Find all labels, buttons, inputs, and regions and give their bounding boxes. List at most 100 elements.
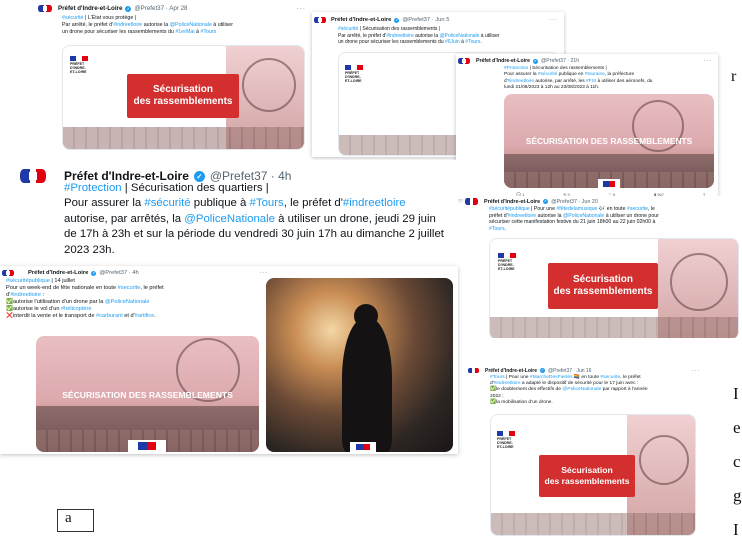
hashtag-or-mention-link[interactable]: #1erMai (175, 29, 194, 35)
tweet-text-segment: publique en (557, 72, 585, 78)
hashtag-or-mention-link[interactable]: @PoliceNationale (170, 22, 212, 28)
hashtag-or-mention-link[interactable]: #6Juin (445, 39, 460, 45)
account-name[interactable]: Préfet d'Indre-et-Loire (485, 368, 537, 374)
account-handle[interactable]: @Prefet37 · Jun 20 (551, 199, 598, 205)
prefet-logo: PRÉFET D'INDRE- ET-LOIRE (498, 253, 516, 271)
tweet-jun16[interactable]: Préfet d'Indre-et-Loire ✓ @Prefet37 · Ju… (466, 364, 706, 536)
hashtag-or-mention-link[interactable]: #securite (600, 375, 620, 380)
hashtag-or-mention-link[interactable]: #Tours (200, 29, 216, 35)
hashtag-or-mention-link[interactable]: #artifice (135, 313, 155, 319)
tweet-text: #Protection | Sécurisation des rassemble… (504, 66, 718, 91)
verified-icon: ✓ (540, 368, 546, 373)
hashtag-or-mention-link[interactable]: #securite (118, 285, 141, 291)
hashtag-or-mention-link[interactable]: #carburant (96, 313, 123, 319)
hashtag-or-mention-link[interactable]: #indreetloire (508, 79, 534, 84)
prefecture-logo-icon (314, 15, 326, 25)
account-name[interactable]: Préfet d'Indre-et-Loire (476, 58, 530, 64)
card-title-box: Sécurisation des rassemblements (539, 455, 635, 497)
more-options-icon[interactable]: ··· (692, 368, 700, 374)
hashtag-or-mention-link[interactable]: #MarcheDesFiertés (530, 375, 573, 380)
hashtag-or-mention-link[interactable]: #Tours (250, 197, 284, 209)
tweet-text: #sécuritépublique | 14 juillet Pour un w… (6, 278, 256, 319)
silhouette (342, 318, 392, 452)
tweet-text-segment: | Pour une (529, 206, 557, 212)
hashtag-or-mention-link[interactable]: #indreetloire (386, 33, 414, 39)
hashtag-or-mention-link[interactable]: #indreetloire (10, 292, 41, 298)
tweet-media-card[interactable]: PRÉFET D'INDRE- ET-LOIRE Sécurisation de… (62, 45, 305, 150)
bridge (63, 127, 304, 149)
account-name[interactable]: Préfet d'Indre-et-Loire (484, 199, 540, 205)
figure-label: a (57, 509, 94, 532)
tweet-media-card[interactable]: PRÉFET D'INDRE- ET-LOIRE Sécurisation de… (490, 414, 696, 536)
hashtag-or-mention-link[interactable]: @PoliceNationale (184, 213, 275, 225)
side-fragment: I (733, 384, 739, 403)
account-handle[interactable]: @Prefet37 · 4h (99, 270, 138, 276)
tweet-text-segment: 🎶 en toute (597, 206, 627, 212)
hashtag-or-mention-link[interactable]: #Protection (504, 66, 528, 71)
side-fragment: c (733, 452, 741, 471)
hashtag-or-mention-link[interactable]: #sécurité (338, 26, 358, 32)
republique-logo (598, 179, 620, 188)
hashtag-or-mention-link[interactable]: #Tours (465, 39, 480, 45)
more-options-icon[interactable]: ··· (549, 17, 558, 23)
tweet-text: #sécuritépublique | Pour une #fêtedelamu… (489, 206, 742, 232)
account-name[interactable]: Préfet d'Indre-et-Loire (58, 5, 122, 12)
hashtag-or-mention-link[interactable]: @PoliceNationale (562, 387, 601, 392)
tweet-media-card[interactable]: SÉCURISATION DES RASSEMBLEMENTS (36, 336, 259, 452)
tweet-text-segment: et d' (122, 312, 135, 319)
prefecture-logo-icon (458, 56, 470, 66)
verified-icon: ✓ (125, 5, 132, 12)
hashtag-or-mention-link[interactable]: #Protection (64, 182, 122, 194)
riot-photo[interactable] (266, 278, 453, 452)
hashtag-or-mention-link[interactable]: #sécuritépublique (489, 206, 530, 212)
more-options-icon[interactable]: ··· (259, 270, 268, 276)
account-handle[interactable]: @Prefet37 · Apr 28 (134, 5, 187, 12)
tweet-text-segment: autorise, par arrêtés, la (64, 212, 182, 225)
tweet-media-card[interactable]: SÉCURISATION DES RASSEMBLEMENTS (504, 94, 714, 188)
hashtag-or-mention-link[interactable]: #sécuritépublique (6, 278, 50, 284)
card-title: SÉCURISATION DES RASSEMBLEMENTS (62, 390, 233, 400)
hashtag-or-mention-link[interactable]: #sécurité (144, 197, 190, 209)
account-name[interactable]: Préfet d'Indre-et-Loire (331, 17, 391, 23)
tweet-media-card[interactable]: PRÉFET D'INDRE- ET-LOIRE Sécurisation de… (489, 238, 739, 338)
prefecture-logo-icon (20, 165, 46, 187)
prefecture-logo-icon (38, 3, 52, 15)
hashtag-or-mention-link[interactable]: @PoliceNationale (563, 213, 604, 219)
hashtag-or-mention-link[interactable]: #indreetloire (343, 197, 406, 209)
hashtag-or-mention-link[interactable]: #fêtedelamusique (556, 206, 597, 212)
tweet-text-segment: . (504, 225, 507, 232)
tweet-text: #Tours | Pour une #MarcheDesFiertés 🏳️‍🌈… (490, 375, 706, 406)
hashtag-or-mention-link[interactable]: #sécurité (538, 72, 557, 77)
ferris-wheel (670, 253, 728, 311)
account-handle[interactable]: @Prefet37 · Jun 16 (548, 368, 591, 374)
hashtag-or-mention-link[interactable]: #Tours (489, 226, 505, 232)
more-options-icon[interactable]: ··· (704, 58, 712, 64)
hashtag-or-mention-link[interactable]: #FSI (586, 79, 596, 84)
hashtag-or-mention-link[interactable]: #securite (627, 206, 648, 212)
ferris-wheel (242, 58, 296, 112)
hashtag-or-mention-link[interactable]: @PoliceNationale (105, 299, 150, 305)
hashtag-or-mention-link[interactable]: #Tours (490, 375, 505, 380)
hashtag-or-mention-link[interactable]: #sécurité (62, 15, 84, 21)
verified-icon: ✓ (394, 17, 400, 23)
hashtag-or-mention-link[interactable]: @PoliceNationale (440, 33, 480, 39)
tweet-text-segment: autorise la (142, 22, 170, 28)
hashtag-or-mention-link[interactable]: #hélicoptère (61, 306, 91, 312)
account-handle[interactable]: @Prefet37 · Jun 5 (402, 17, 449, 23)
hashtag-or-mention-link[interactable]: #indreetloire (494, 381, 521, 386)
hashtag-or-mention-link[interactable]: #indreetloire (113, 22, 142, 28)
card-title-box: Sécurisation des rassemblements (548, 263, 658, 309)
tweet-text-segment: autorise, par arrêté, les (534, 78, 586, 84)
tweet-21h[interactable]: Préfet d'Indre-et-Loire ✓ @Prefet37 · 21… (456, 54, 718, 199)
hashtag-or-mention-link[interactable]: #touraine (585, 72, 605, 77)
hashtag-or-mention-link[interactable]: #indreetloire (508, 213, 537, 219)
more-options-icon[interactable]: ··· (297, 5, 306, 12)
tweet-apr28[interactable]: Préfet d'Indre-et-Loire ✓ @Prefet37 · Ap… (36, 0, 312, 150)
account-handle[interactable]: @Prefet37 · 21h (541, 58, 579, 64)
tweet-14juillet[interactable]: Préfet d'Indre-et-Loire ✓ @Prefet37 · 4h… (0, 266, 458, 454)
tweet-protection-4h[interactable]: Préfet d'Indre-et-Loire ✓ @Prefet37 · 4h… (18, 160, 458, 260)
tweet-jun20[interactable]: Préfet d'Indre-et-Loire ✓ @Prefet37 · Ju… (463, 196, 742, 338)
account-name[interactable]: Préfet d'Indre-et-Loire (28, 270, 88, 276)
tweet-text: #sécurité | Sécurisation des rassembleme… (338, 26, 564, 46)
republique-logo (128, 440, 166, 452)
